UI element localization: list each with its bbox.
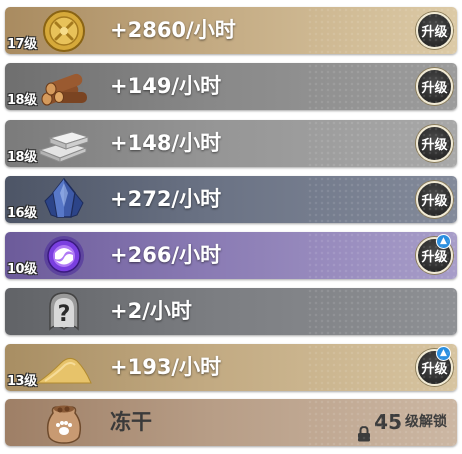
resource-row-sand[interactable]: 13级 +193/小时 升级 ▲ xyxy=(5,344,457,391)
production-rate: +2/小时 xyxy=(110,299,192,323)
unlock-text: 级解锁 xyxy=(405,414,447,430)
upgrade-available-arrow-icon: ▲ xyxy=(436,346,451,361)
gold-coin-icon xyxy=(35,8,93,53)
resource-row-orb[interactable]: 10级 +266/小时 升级 ▲ xyxy=(5,232,457,279)
mystery-helmet-icon: ? xyxy=(35,289,93,334)
upgrade-button[interactable]: 升级 xyxy=(416,12,453,49)
level-badge: 18级 xyxy=(7,150,37,165)
production-rate: +266/小时 xyxy=(110,243,222,267)
production-rate: +148/小时 xyxy=(110,131,222,155)
level-badge: 16级 xyxy=(7,206,37,221)
level-badge: 13级 xyxy=(7,374,37,389)
level-badge: 10级 xyxy=(7,262,37,277)
production-rate: +2860/小时 xyxy=(110,18,236,42)
resource-row-mystery: ? +2/小时 xyxy=(5,288,457,335)
production-rate: +193/小时 xyxy=(110,355,222,379)
upgrade-button[interactable]: 升级 ▲ xyxy=(416,346,453,386)
purple-orb-icon xyxy=(35,233,93,278)
lock-icon xyxy=(357,415,371,441)
upgrade-button[interactable]: 升级 xyxy=(416,68,453,105)
unlock-level: 45 xyxy=(374,410,402,434)
resource-row-stone[interactable]: 18级 +148/小时 升级 xyxy=(5,120,457,167)
upgrade-label: 升级 xyxy=(421,81,448,96)
svg-text:?: ? xyxy=(58,302,71,327)
resource-row-crystal[interactable]: 16级 +272/小时 升级 xyxy=(5,176,457,223)
production-rate: +149/小时 xyxy=(110,74,222,98)
resource-row-locked: 冻干 45 级解锁 xyxy=(5,399,457,446)
sand-pile-icon xyxy=(35,345,93,390)
upgrade-button[interactable]: 升级 xyxy=(416,181,453,218)
blue-crystal-icon xyxy=(35,177,93,222)
unlock-requirement: 45 级解锁 xyxy=(357,399,447,446)
production-rate: +272/小时 xyxy=(110,187,222,211)
wood-logs-icon xyxy=(35,64,93,109)
upgrade-label: 升级 xyxy=(421,25,448,40)
upgrade-label: 升级 xyxy=(421,138,448,153)
resource-list: 17级 +2860/小时 升级 18级 +149/小时 升级 18级 +148/… xyxy=(0,0,462,454)
treat-bag-icon xyxy=(35,400,93,445)
resource-row-wood[interactable]: 18级 +149/小时 升级 xyxy=(5,63,457,110)
resource-row-gold[interactable]: 17级 +2860/小时 升级 xyxy=(5,7,457,54)
upgrade-label: 升级 xyxy=(421,194,448,209)
upgrade-button[interactable]: 升级 xyxy=(416,125,453,162)
upgrade-available-arrow-icon: ▲ xyxy=(436,234,451,249)
resource-name: 冻干 xyxy=(110,410,152,434)
level-badge: 17级 xyxy=(7,37,37,52)
upgrade-button[interactable]: 升级 ▲ xyxy=(416,234,453,274)
stone-bricks-icon xyxy=(35,121,93,166)
level-badge: 18级 xyxy=(7,93,37,108)
